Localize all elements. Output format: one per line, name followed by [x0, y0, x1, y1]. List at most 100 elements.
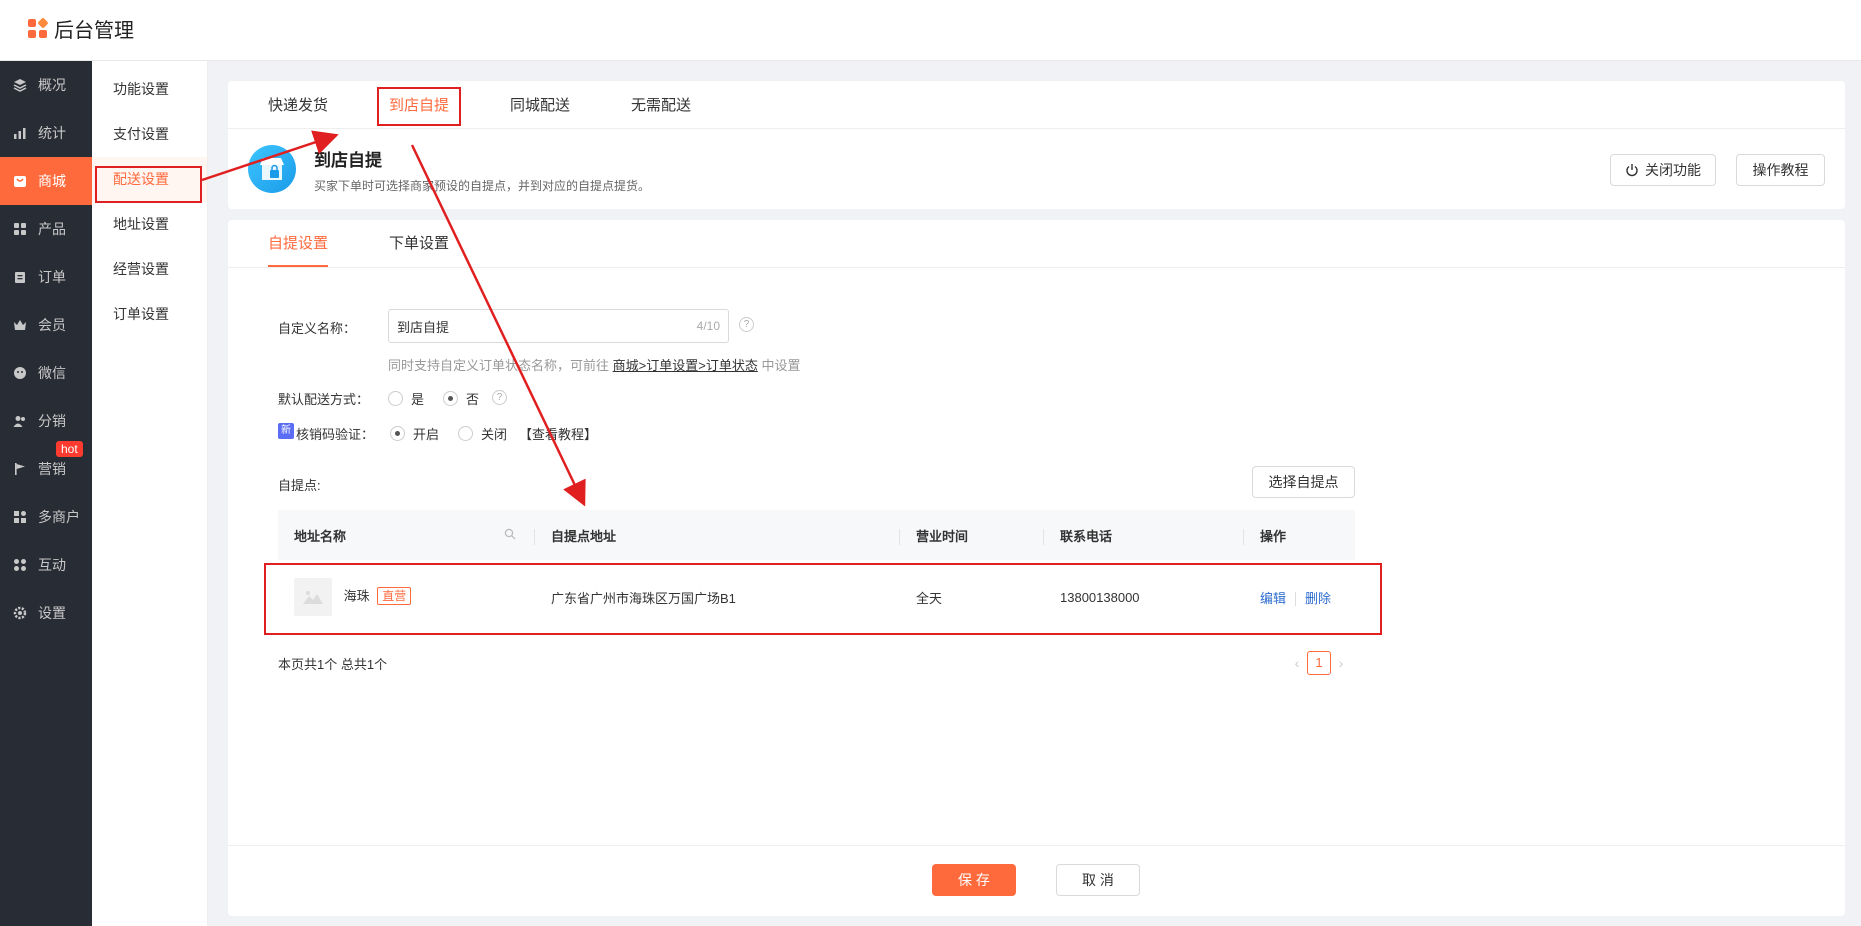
gear-icon — [12, 605, 28, 621]
th-label: 营业时间 — [916, 528, 969, 544]
delivery-card: 快递发货 到店自提 同城配送 无需配送 到店自提 买家下单时可选择商家预设的自提… — [228, 81, 1845, 209]
sidebar-item-interaction[interactable]: 互动 — [0, 541, 92, 589]
edit-link[interactable]: 编辑 — [1260, 591, 1286, 606]
store-icon — [12, 509, 28, 525]
sidebar-item-distribution[interactable]: 分销 — [0, 397, 92, 445]
verify-on-radio[interactable]: 开启 — [390, 424, 439, 443]
close-feature-button[interactable]: 关闭功能 — [1610, 154, 1716, 186]
crown-icon — [12, 317, 28, 333]
tab-same-city[interactable]: 同城配送 — [510, 81, 570, 128]
radio-label: 是 — [411, 392, 425, 407]
hot-badge: hot — [56, 441, 83, 457]
subnav-address-settings[interactable]: 地址设置 — [92, 202, 207, 247]
table-header: 地址名称 自提点地址 营业时间 联系电话 操作 — [278, 510, 1355, 560]
subnav-payment-settings[interactable]: 支付设置 — [92, 112, 207, 157]
subnav-order-settings[interactable]: 订单设置 — [92, 292, 207, 337]
radio-label: 否 — [466, 392, 480, 407]
app-title: 后台管理 — [54, 20, 134, 42]
tab-express[interactable]: 快递发货 — [268, 81, 328, 128]
grid-icon — [12, 221, 28, 237]
th-pickup-address: 自提点地址 — [535, 526, 900, 545]
cell-address: 广东省广州市海珠区万国广场B1 — [551, 590, 736, 606]
sidebar-item-shop[interactable]: 商城 — [0, 157, 92, 205]
subnav-business-settings[interactable]: 经营设置 — [92, 247, 207, 292]
custom-name-input-wrap: 4/10 — [388, 309, 729, 343]
default-no-radio[interactable]: 否 — [443, 389, 479, 408]
subnav-delivery-settings[interactable]: 配送设置 — [92, 157, 207, 202]
char-count: 4/10 — [696, 319, 720, 333]
custom-name-input[interactable] — [397, 318, 697, 334]
sidebar-item-orders[interactable]: 订单 — [0, 253, 92, 301]
th-label: 地址名称 — [294, 528, 347, 544]
sidebar-item-label: 概况 — [38, 77, 66, 93]
th-label: 联系电话 — [1060, 528, 1113, 544]
image-placeholder-icon — [294, 578, 332, 616]
help-icon[interactable]: ? — [739, 317, 754, 332]
hint-suffix: 中设置 — [761, 358, 801, 373]
search-icon[interactable] — [504, 528, 516, 540]
tab-no-delivery[interactable]: 无需配送 — [631, 81, 691, 128]
sidebar-item-statistics[interactable]: 统计 — [0, 109, 92, 157]
delete-link[interactable]: 删除 — [1305, 591, 1331, 606]
sidebar-item-multi-merchant[interactable]: 多商户 — [0, 493, 92, 541]
settings-tabs: 自提设置 下单设置 — [228, 220, 1845, 268]
sidebar-item-members[interactable]: 会员 — [0, 301, 92, 349]
sidebar-item-marketing[interactable]: 营销 hot — [0, 441, 92, 493]
pagination: ‹ 1 › — [1287, 651, 1351, 675]
top-bar: 后台管理 — [0, 0, 1861, 61]
th-label: 操作 — [1260, 528, 1287, 544]
tab-store-pickup[interactable]: 到店自提 — [389, 81, 449, 128]
users-icon — [12, 413, 28, 429]
radio-dot — [390, 426, 405, 441]
direct-tag: 直营 — [377, 587, 412, 606]
sidebar-item-products[interactable]: 产品 — [0, 205, 92, 253]
sub-sidebar: 功能设置 支付设置 配送设置 地址设置 经营设置 订单设置 — [92, 61, 208, 926]
sidebar-item-label: 订单 — [38, 269, 66, 285]
pickup-table: 地址名称 自提点地址 营业时间 联系电话 操作 海珠 直营 广东省广州市海珠区万… — [278, 510, 1355, 634]
cancel-button[interactable]: 取 消 — [1056, 864, 1140, 896]
sidebar-item-label: 产品 — [38, 221, 66, 237]
layers-icon — [12, 77, 28, 93]
pickup-points-label: 自提点: — [278, 478, 321, 493]
th-label: 自提点地址 — [551, 528, 617, 544]
sidebar-item-label: 微信 — [38, 365, 66, 381]
cell-hours: 全天 — [916, 590, 943, 606]
tab-order-settings[interactable]: 下单设置 — [389, 220, 449, 267]
prev-page-icon[interactable]: ‹ — [1287, 655, 1307, 671]
tutorial-button[interactable]: 操作教程 — [1736, 154, 1825, 186]
logo: 后台管理 — [28, 14, 134, 43]
save-button[interactable]: 保 存 — [932, 864, 1016, 896]
default-delivery-label: 默认配送方式： — [278, 392, 370, 407]
sidebar-item-label: 统计 — [38, 125, 66, 141]
feature-title: 到店自提 — [314, 151, 382, 170]
pickup-name: 海珠 — [343, 588, 370, 604]
logo-icon — [28, 16, 49, 39]
form-footer: 保 存 取 消 — [228, 845, 1845, 916]
feature-header: 到店自提 买家下单时可选择商家预设的自提点，并到对应的自提点提货。 — [228, 129, 1845, 209]
subnav-function-settings[interactable]: 功能设置 — [92, 67, 207, 112]
radio-dot — [458, 426, 473, 441]
sidebar-item-label: 营销 — [38, 461, 66, 477]
sidebar-item-wechat[interactable]: 微信 — [0, 349, 92, 397]
sidebar-item-settings[interactable]: 设置 — [0, 589, 92, 637]
radio-dot — [443, 391, 458, 406]
next-page-icon[interactable]: › — [1331, 655, 1351, 671]
settings-card: 自提设置 下单设置 自定义名称： 4/10 ? 同时支持自定义订单状态名称，可前… — [228, 220, 1845, 916]
page-number-current[interactable]: 1 — [1307, 651, 1331, 675]
tab-pickup-settings[interactable]: 自提设置 — [268, 220, 329, 267]
order-status-link[interactable]: 商城>订单设置>订单状态 — [613, 358, 758, 373]
verify-off-radio[interactable]: 关闭 — [458, 424, 507, 443]
shop-icon — [12, 173, 28, 189]
select-pickup-button[interactable]: 选择自提点 — [1252, 466, 1355, 498]
wechat-icon — [12, 365, 28, 381]
close-feature-label: 关闭功能 — [1645, 162, 1701, 178]
view-tutorial-link[interactable]: 【查看教程】 — [519, 424, 597, 443]
sidebar-item-overview[interactable]: 概况 — [0, 61, 92, 109]
default-yes-radio[interactable]: 是 — [388, 389, 424, 408]
clipboard-icon — [12, 269, 28, 285]
th-phone: 联系电话 — [1044, 526, 1244, 545]
verify-code-label: 核销码验证： — [296, 427, 375, 442]
th-actions: 操作 — [1244, 526, 1355, 545]
help-icon[interactable]: ? — [492, 390, 507, 405]
sidebar-item-label: 互动 — [38, 557, 66, 573]
